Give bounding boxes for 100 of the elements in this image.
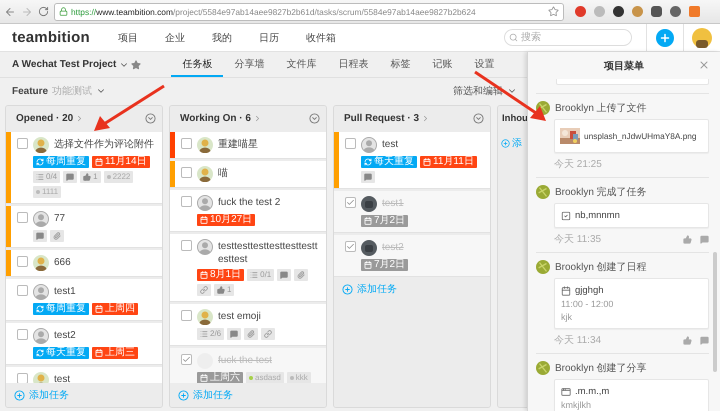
avatar-icon <box>536 185 550 199</box>
tab[interactable]: 标签 <box>379 52 422 77</box>
link-icon <box>197 284 211 296</box>
activity-text: Brooklyn 上传了文件 <box>555 102 647 115</box>
task-title: test emoji <box>218 310 261 323</box>
nav-link[interactable]: 企业 <box>165 30 212 44</box>
calendar-icon <box>95 158 103 166</box>
thumbs-up-icon <box>217 286 225 294</box>
repeat-icon <box>36 305 44 313</box>
comment-icon <box>227 328 242 340</box>
task-card[interactable]: testtesttesttesttesttesttesttest 8月1日 0/1 1 <box>170 234 326 302</box>
repeat-icon <box>364 158 372 166</box>
task-card[interactable]: 666 <box>6 250 162 277</box>
add-button[interactable] <box>656 28 674 46</box>
add-icon[interactable] <box>178 390 189 400</box>
activity-card[interactable]: nb,mnnmn <box>554 203 709 228</box>
feature-title[interactable]: Feature <box>12 86 48 96</box>
task-card[interactable]: test2 每天重复 上周三 <box>6 323 162 365</box>
task-card[interactable]: fuck the test 2 10月27日 <box>170 190 326 232</box>
link-icon <box>261 328 276 340</box>
column-menu-icon[interactable] <box>145 113 156 124</box>
address-bar[interactable]: https://www.teambition.com/project/5584e97ab14aee9827b2b61d/tasks/scrum/5584e97ab14aee9827b2b624 <box>54 2 564 20</box>
task-checkbox[interactable] <box>17 329 28 340</box>
tab[interactable]: 记账 <box>421 52 464 77</box>
extension-icon[interactable] <box>670 6 681 17</box>
project-title[interactable]: A Wechat Test Project <box>12 59 116 70</box>
thumbs-up-icon[interactable] <box>683 234 692 244</box>
add-icon[interactable] <box>14 390 25 400</box>
card-title: .m.m.,m <box>575 386 610 397</box>
task-checkbox[interactable] <box>181 138 192 149</box>
paperclip-icon <box>244 328 258 340</box>
task-checkbox[interactable] <box>181 310 192 321</box>
column-menu-icon[interactable] <box>309 113 320 124</box>
activity-card[interactable]: .m.m.,m kmkjlkh <box>554 379 709 411</box>
task-checkbox[interactable] <box>17 285 28 296</box>
task-checkbox[interactable] <box>181 167 192 178</box>
tab[interactable]: 任务板 <box>171 52 224 77</box>
column-title: Inhou <box>502 113 527 124</box>
comment-icon <box>63 171 78 183</box>
nav-link[interactable]: 日历 <box>259 30 306 44</box>
back-icon[interactable] <box>4 6 16 18</box>
task-checkbox[interactable] <box>181 196 192 207</box>
task-checkbox[interactable] <box>17 138 28 149</box>
reload-icon[interactable] <box>38 6 49 17</box>
activity-card[interactable]: unsplash_nJdwUHmaY8A.png <box>554 119 709 153</box>
task-card[interactable]: test <box>6 367 162 383</box>
activity-card[interactable]: gjghgh 11:00 - 12:00 kjk <box>554 278 709 329</box>
task-checkbox[interactable] <box>345 138 356 149</box>
task-title: test <box>54 373 70 383</box>
add-icon[interactable] <box>342 284 353 294</box>
annotation-arrow <box>474 70 546 121</box>
task-card[interactable]: 77 <box>6 206 162 248</box>
close-button[interactable] <box>698 59 710 71</box>
due-date-badge: 上周四 <box>92 303 138 315</box>
column-title: Working On · 6 <box>180 113 251 124</box>
task-checkbox[interactable] <box>181 354 192 365</box>
comment-icon <box>33 230 47 242</box>
add-icon[interactable] <box>501 138 510 148</box>
task-card[interactable]: test1 每周重复 上周四 <box>6 279 162 321</box>
subtask-count: 0/1 <box>247 269 274 281</box>
task-checkbox[interactable] <box>181 240 192 251</box>
plus-icon <box>659 32 671 44</box>
task-title: test1 <box>382 197 404 210</box>
nav-link[interactable]: 我的 <box>212 30 259 44</box>
task-checkbox[interactable] <box>345 197 356 208</box>
thumbs-up-icon[interactable] <box>683 336 692 344</box>
search-field[interactable]: 搜索 <box>504 29 632 46</box>
activity-time: 今天 11:35 <box>554 233 602 246</box>
comment-icon[interactable] <box>700 234 709 244</box>
task-card[interactable]: 选择文件作为评论附件 每周重复 11月14日 0/4 1 2222 1111 <box>6 132 162 204</box>
star-icon[interactable] <box>131 60 142 70</box>
bookmark-star-icon[interactable] <box>548 6 559 17</box>
task-checkbox[interactable] <box>17 373 28 383</box>
column-menu-icon[interactable] <box>473 113 484 124</box>
tab[interactable]: 设置 <box>463 52 506 77</box>
nav-link[interactable]: 收件箱 <box>306 30 353 44</box>
task-card[interactable]: test 每天重复 11月11日 <box>334 132 490 189</box>
comment-icon[interactable] <box>700 336 709 344</box>
card-detail: 11:00 - 12:00 <box>561 299 614 309</box>
extension-icon[interactable] <box>651 6 662 17</box>
subtask-count: 2/6 <box>197 328 224 340</box>
task-checkbox[interactable] <box>17 212 28 223</box>
task-checkbox[interactable] <box>345 241 356 252</box>
feature-subtitle: 功能测试 <box>52 84 92 98</box>
task-checkbox[interactable] <box>17 256 28 267</box>
task-card[interactable]: 重建喵星 <box>170 132 326 159</box>
tab[interactable]: 文件库 <box>275 52 328 77</box>
extension-icon[interactable] <box>613 6 624 17</box>
card-detail: kmkjlkh <box>561 400 592 410</box>
task-card[interactable]: 喵 <box>170 161 326 188</box>
list-icon <box>250 271 258 279</box>
calendar-icon <box>364 261 372 269</box>
checkbox-icon <box>561 210 571 220</box>
task-card[interactable]: test emoji 2/6 <box>170 304 326 346</box>
user-avatar[interactable] <box>692 28 712 48</box>
nav-link[interactable]: 项目 <box>118 30 165 44</box>
lock-icon <box>59 7 68 16</box>
tab[interactable]: 分享墙 <box>223 52 276 77</box>
tab[interactable]: 日程表 <box>327 52 380 77</box>
forward-icon[interactable] <box>21 6 33 18</box>
